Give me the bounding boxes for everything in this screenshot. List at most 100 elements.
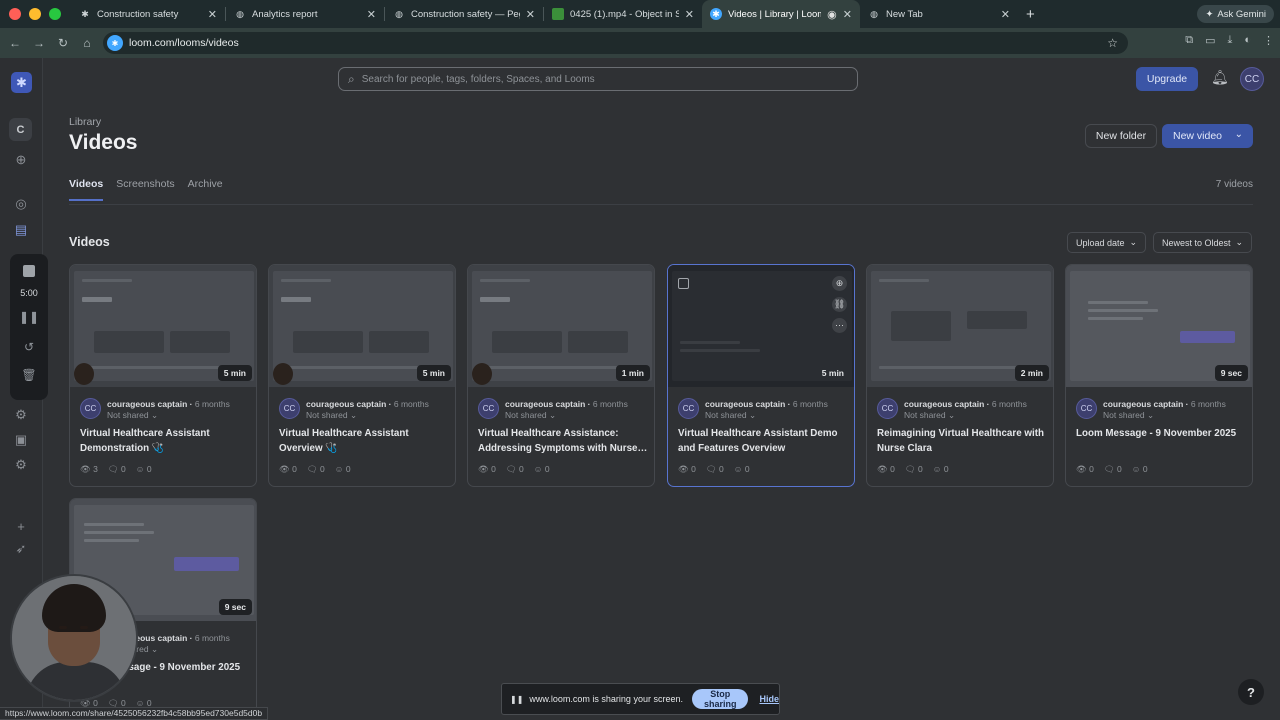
- video-thumbnail[interactable]: ⊕ ⛓ ⋯ 5 min: [668, 265, 854, 387]
- share-status[interactable]: Not shared ⌄: [1103, 410, 1154, 421]
- video-card[interactable]: 2 min CC courageous captain · 6 months N…: [866, 264, 1054, 487]
- sort-order-dropdown[interactable]: Newest to Oldest ⌄: [1153, 232, 1253, 253]
- tab-screenshots[interactable]: Screenshots: [116, 178, 174, 201]
- pause-icon[interactable]: ❚❚: [10, 310, 48, 324]
- video-title[interactable]: Loom Message - 9 November 2025: [1076, 427, 1248, 442]
- share-status[interactable]: Not shared ⌄: [904, 410, 955, 421]
- tab-title: Analytics report: [252, 8, 318, 20]
- search-bar[interactable]: ⌕: [338, 67, 858, 91]
- close-tab-icon[interactable]: ✕: [843, 8, 852, 21]
- browser-tab-4[interactable]: 0425 (1).mp4 - Object in S3 ✕: [544, 0, 702, 28]
- help-button[interactable]: ?: [1238, 679, 1264, 705]
- address-bar[interactable]: ✱ loom.com/looms/videos ☆: [103, 32, 1128, 54]
- close-tab-icon[interactable]: ✕: [208, 8, 217, 21]
- site-info-icon[interactable]: ✱: [107, 35, 123, 51]
- browser-tab-1[interactable]: ✱ Construction safety ✕: [71, 0, 225, 28]
- forward-arrow-icon[interactable]: →: [27, 31, 51, 55]
- video-title[interactable]: Virtual Healthcare Assistant Overview 🩺: [279, 427, 451, 456]
- trash-icon[interactable]: 🗑: [10, 368, 48, 382]
- search-input[interactable]: [361, 73, 842, 85]
- plus-icon[interactable]: +: [12, 517, 30, 535]
- close-tab-icon[interactable]: ✕: [1001, 8, 1010, 21]
- reload-icon[interactable]: ↻: [51, 31, 75, 55]
- library-icon[interactable]: ▤: [12, 221, 30, 239]
- maximize-window-button[interactable]: [49, 8, 61, 20]
- video-card-selected[interactable]: ⊕ ⛓ ⋯ 5 min CC courageous captain · 6 mo…: [667, 264, 855, 487]
- ask-gemini-button[interactable]: ✦ Ask Gemini: [1197, 5, 1274, 23]
- video-thumbnail[interactable]: 5 min: [269, 265, 455, 387]
- upgrade-button[interactable]: Upgrade: [1136, 67, 1198, 91]
- stop-sharing-button[interactable]: Stop sharing: [691, 689, 749, 709]
- browser-tab-2[interactable]: ◍ Analytics report ✕: [226, 0, 384, 28]
- settings-gear-icon[interactable]: ⚙: [12, 406, 30, 424]
- cast-icon[interactable]: ▭: [1205, 34, 1215, 47]
- video-thumbnail[interactable]: 5 min: [70, 265, 256, 387]
- video-card[interactable]: 1 min CC courageous captain · 6 months N…: [467, 264, 655, 487]
- gear-small-icon[interactable]: ⚙: [12, 456, 30, 474]
- drag-handle-icon[interactable]: ❚❚: [510, 695, 523, 704]
- video-thumbnail[interactable]: 2 min: [867, 265, 1053, 387]
- close-tab-icon[interactable]: ✕: [526, 8, 535, 21]
- video-age: 6 months: [194, 399, 230, 409]
- add-person-icon[interactable]: ⊕: [12, 151, 30, 169]
- home-icon[interactable]: ⌂: [75, 31, 99, 55]
- owner-name: courageous captain: [107, 399, 188, 409]
- profile-icon[interactable]: ◐: [1244, 34, 1251, 47]
- share-person-icon[interactable]: ⊕: [832, 276, 847, 291]
- share-status[interactable]: Not shared ⌄: [107, 410, 158, 421]
- tab-videos[interactable]: Videos: [69, 178, 104, 201]
- share-status[interactable]: Not shared ⌄: [505, 410, 556, 421]
- breadcrumb[interactable]: Library: [69, 116, 101, 128]
- reactions-stat: ☺ 0: [334, 464, 351, 474]
- new-tab-button[interactable]: +: [1018, 6, 1043, 23]
- video-card[interactable]: 9 sec CC courageous captain · 6 months N…: [1065, 264, 1253, 487]
- minimize-window-button[interactable]: [29, 8, 41, 20]
- loom-favicon-icon: ✱: [710, 8, 722, 20]
- close-tab-icon[interactable]: ✕: [685, 8, 694, 21]
- reactions-stat: ☺ 0: [932, 464, 949, 474]
- browser-menu-icon[interactable]: ⋮: [1263, 34, 1274, 47]
- video-title[interactable]: Virtual Healthcare Assistant Demo and Fe…: [678, 427, 850, 456]
- back-arrow-icon[interactable]: ←: [3, 31, 27, 55]
- stop-recording-icon[interactable]: [23, 265, 35, 277]
- more-options-icon[interactable]: ⋯: [832, 318, 847, 333]
- rocket-icon[interactable]: ➶: [12, 540, 30, 558]
- tab-archive[interactable]: Archive: [188, 178, 223, 201]
- video-title[interactable]: Reimagining Virtual Healthcare with Nurs…: [877, 427, 1049, 456]
- bookmark-star-icon[interactable]: ☆: [1107, 36, 1118, 50]
- video-title[interactable]: Virtual Healthcare Assistant Demonstrati…: [80, 427, 252, 456]
- video-thumbnail[interactable]: 1 min: [468, 265, 654, 387]
- sort-field-dropdown[interactable]: Upload date ⌄: [1067, 232, 1147, 253]
- owner-line: courageous captain · 6 months: [705, 399, 828, 409]
- notifications-bell-icon[interactable]: 🔔︎: [1211, 69, 1229, 86]
- select-checkbox[interactable]: [678, 278, 689, 289]
- download-icon[interactable]: ⤓: [1227, 34, 1232, 47]
- copy-link-icon[interactable]: ⛓: [832, 297, 847, 312]
- share-status[interactable]: Not shared ⌄: [705, 410, 756, 421]
- hide-sharing-bar-link[interactable]: Hide: [759, 694, 779, 704]
- new-folder-button[interactable]: New folder: [1085, 124, 1157, 148]
- loom-logo-icon[interactable]: ✱: [11, 72, 32, 93]
- video-stats: 👁︎ 0 🗨︎ 0 ☺ 0: [478, 464, 550, 475]
- video-card[interactable]: 5 min CC courageous captain · 6 months N…: [268, 264, 456, 487]
- globe-icon: ◍: [236, 8, 244, 19]
- user-avatar[interactable]: CC: [1240, 67, 1264, 91]
- webcam-bubble[interactable]: [10, 574, 138, 702]
- url-text[interactable]: loom.com/looms/videos: [129, 37, 239, 49]
- extensions-icon[interactable]: ⧉: [1185, 34, 1193, 47]
- browser-tab-6[interactable]: ◍ New Tab ✕: [860, 0, 1018, 28]
- profile-circle-icon[interactable]: ◎: [12, 195, 30, 213]
- close-tab-icon[interactable]: ✕: [367, 8, 376, 21]
- restart-icon[interactable]: ↺: [10, 340, 48, 354]
- workspace-switcher[interactable]: C: [9, 118, 32, 141]
- browser-tab-5-active[interactable]: ✱ Videos | Library | Loom ◉ ✕: [702, 0, 860, 28]
- new-video-button[interactable]: New video ⌄: [1162, 124, 1253, 148]
- share-status[interactable]: Not shared ⌄: [306, 410, 357, 421]
- video-thumbnail[interactable]: 9 sec: [1066, 265, 1252, 387]
- video-card[interactable]: 5 min CC courageous captain · 6 months N…: [69, 264, 257, 487]
- screen-icon[interactable]: ▣: [12, 431, 30, 449]
- close-window-button[interactable]: [9, 8, 21, 20]
- video-title[interactable]: Virtual Healthcare Assistance: Addressin…: [478, 427, 650, 456]
- browser-tab-3[interactable]: ◍ Construction safety — Pegas ✕: [385, 0, 543, 28]
- globe-icon: ◍: [870, 8, 878, 19]
